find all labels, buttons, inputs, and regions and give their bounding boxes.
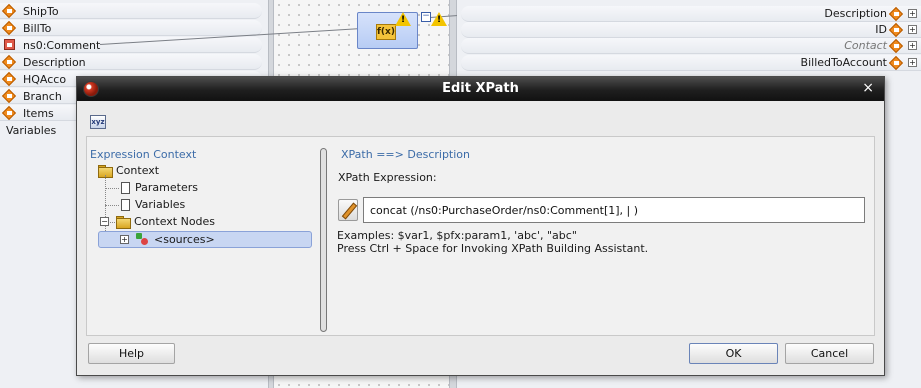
source-node-comment[interactable]: ns0:Comment bbox=[0, 37, 262, 53]
context-item-label: Parameters bbox=[135, 181, 198, 194]
expand-icon[interactable]: + bbox=[908, 41, 917, 50]
node-label: Variables bbox=[6, 123, 57, 137]
target-node-id[interactable]: ID + bbox=[461, 22, 921, 38]
xpath-help-text: Examples: $var1, $pfx:param1, 'abc', "ab… bbox=[337, 229, 648, 255]
cancel-button[interactable]: Cancel bbox=[785, 343, 874, 364]
target-node-billedtoaccount[interactable]: BilledToAccount + bbox=[461, 55, 921, 71]
node-label: BillTo bbox=[23, 21, 52, 35]
tree-line bbox=[105, 205, 119, 206]
dialog-title: Edit XPath bbox=[442, 81, 519, 96]
element-icon bbox=[1, 54, 18, 70]
node-label: ShipTo bbox=[23, 4, 59, 18]
function-icon: f(x) bbox=[376, 24, 396, 40]
node-label: BilledToAccount bbox=[800, 56, 887, 69]
target-node-description[interactable]: Description + bbox=[461, 6, 921, 22]
xpath-expression-input[interactable] bbox=[363, 197, 865, 223]
collapse-icon[interactable]: − bbox=[421, 12, 431, 22]
node-label: ID bbox=[875, 23, 887, 36]
xpath-target-heading: XPath ==> Description bbox=[341, 148, 470, 161]
context-nodes-item[interactable]: − Context Nodes bbox=[100, 213, 215, 230]
node-label: Description bbox=[824, 7, 887, 20]
node-label: Contact bbox=[844, 39, 887, 52]
element-icon bbox=[1, 105, 18, 121]
ok-button[interactable]: OK bbox=[689, 343, 778, 364]
target-node-contact[interactable]: Contact + bbox=[461, 38, 921, 54]
edit-xpath-dialog: Edit XPath × xyz Expression Context Cont… bbox=[76, 76, 885, 376]
examples-line: Examples: $var1, $pfx:param1, 'abc', "ab… bbox=[337, 229, 577, 242]
element-icon bbox=[888, 38, 905, 53]
element-icon bbox=[1, 20, 18, 36]
warning-icon bbox=[395, 12, 411, 26]
error-element-icon bbox=[4, 39, 18, 51]
sources-node[interactable]: + <sources> bbox=[98, 231, 312, 248]
help-button[interactable]: Help bbox=[88, 343, 175, 364]
expand-icon[interactable]: + bbox=[908, 58, 917, 67]
dialog-titlebar[interactable]: Edit XPath × bbox=[77, 77, 884, 101]
xpath-expression-label: XPath Expression: bbox=[338, 171, 437, 184]
node-label: Branch bbox=[23, 89, 62, 103]
edit-pencil-icon[interactable] bbox=[338, 199, 358, 221]
source-node-shipto[interactable]: ShipTo bbox=[0, 3, 262, 19]
element-icon bbox=[1, 88, 18, 104]
tree-line bbox=[105, 188, 119, 189]
element-icon bbox=[1, 71, 18, 87]
sources-label: <sources> bbox=[154, 233, 215, 246]
sources-icon bbox=[136, 233, 149, 246]
expand-icon[interactable]: + bbox=[908, 9, 917, 18]
expand-icon[interactable]: + bbox=[120, 235, 129, 244]
collapse-icon[interactable]: − bbox=[100, 217, 109, 226]
panel-splitter[interactable] bbox=[320, 148, 327, 332]
node-label: Items bbox=[23, 106, 54, 120]
context-root-label: Context bbox=[116, 164, 160, 177]
source-node-billto[interactable]: BillTo bbox=[0, 20, 262, 36]
document-icon bbox=[121, 198, 130, 211]
source-node-description[interactable]: Description bbox=[0, 54, 262, 70]
context-nodes-label: Context Nodes bbox=[134, 215, 216, 228]
node-label: ns0:Comment bbox=[23, 38, 101, 52]
element-icon bbox=[888, 22, 905, 37]
context-item-parameters[interactable]: Parameters bbox=[121, 179, 198, 196]
context-item-variables[interactable]: Variables bbox=[121, 196, 185, 213]
folder-open-icon bbox=[116, 216, 131, 229]
element-icon bbox=[888, 55, 905, 70]
expression-context-heading: Expression Context bbox=[90, 148, 197, 161]
assistant-hint-line: Press Ctrl + Space for Invoking XPath Bu… bbox=[337, 242, 649, 255]
warning-icon bbox=[431, 12, 447, 26]
xpath-tool-icon[interactable]: xyz bbox=[90, 115, 106, 129]
element-icon bbox=[888, 6, 905, 21]
context-item-label: Variables bbox=[135, 198, 186, 211]
document-icon bbox=[121, 181, 130, 194]
element-icon bbox=[1, 3, 18, 19]
context-root[interactable]: Context bbox=[98, 162, 159, 179]
close-icon[interactable]: × bbox=[862, 80, 874, 96]
node-label: Description bbox=[23, 55, 86, 69]
expand-icon[interactable]: + bbox=[908, 25, 917, 34]
node-label: HQAcco bbox=[23, 72, 67, 86]
